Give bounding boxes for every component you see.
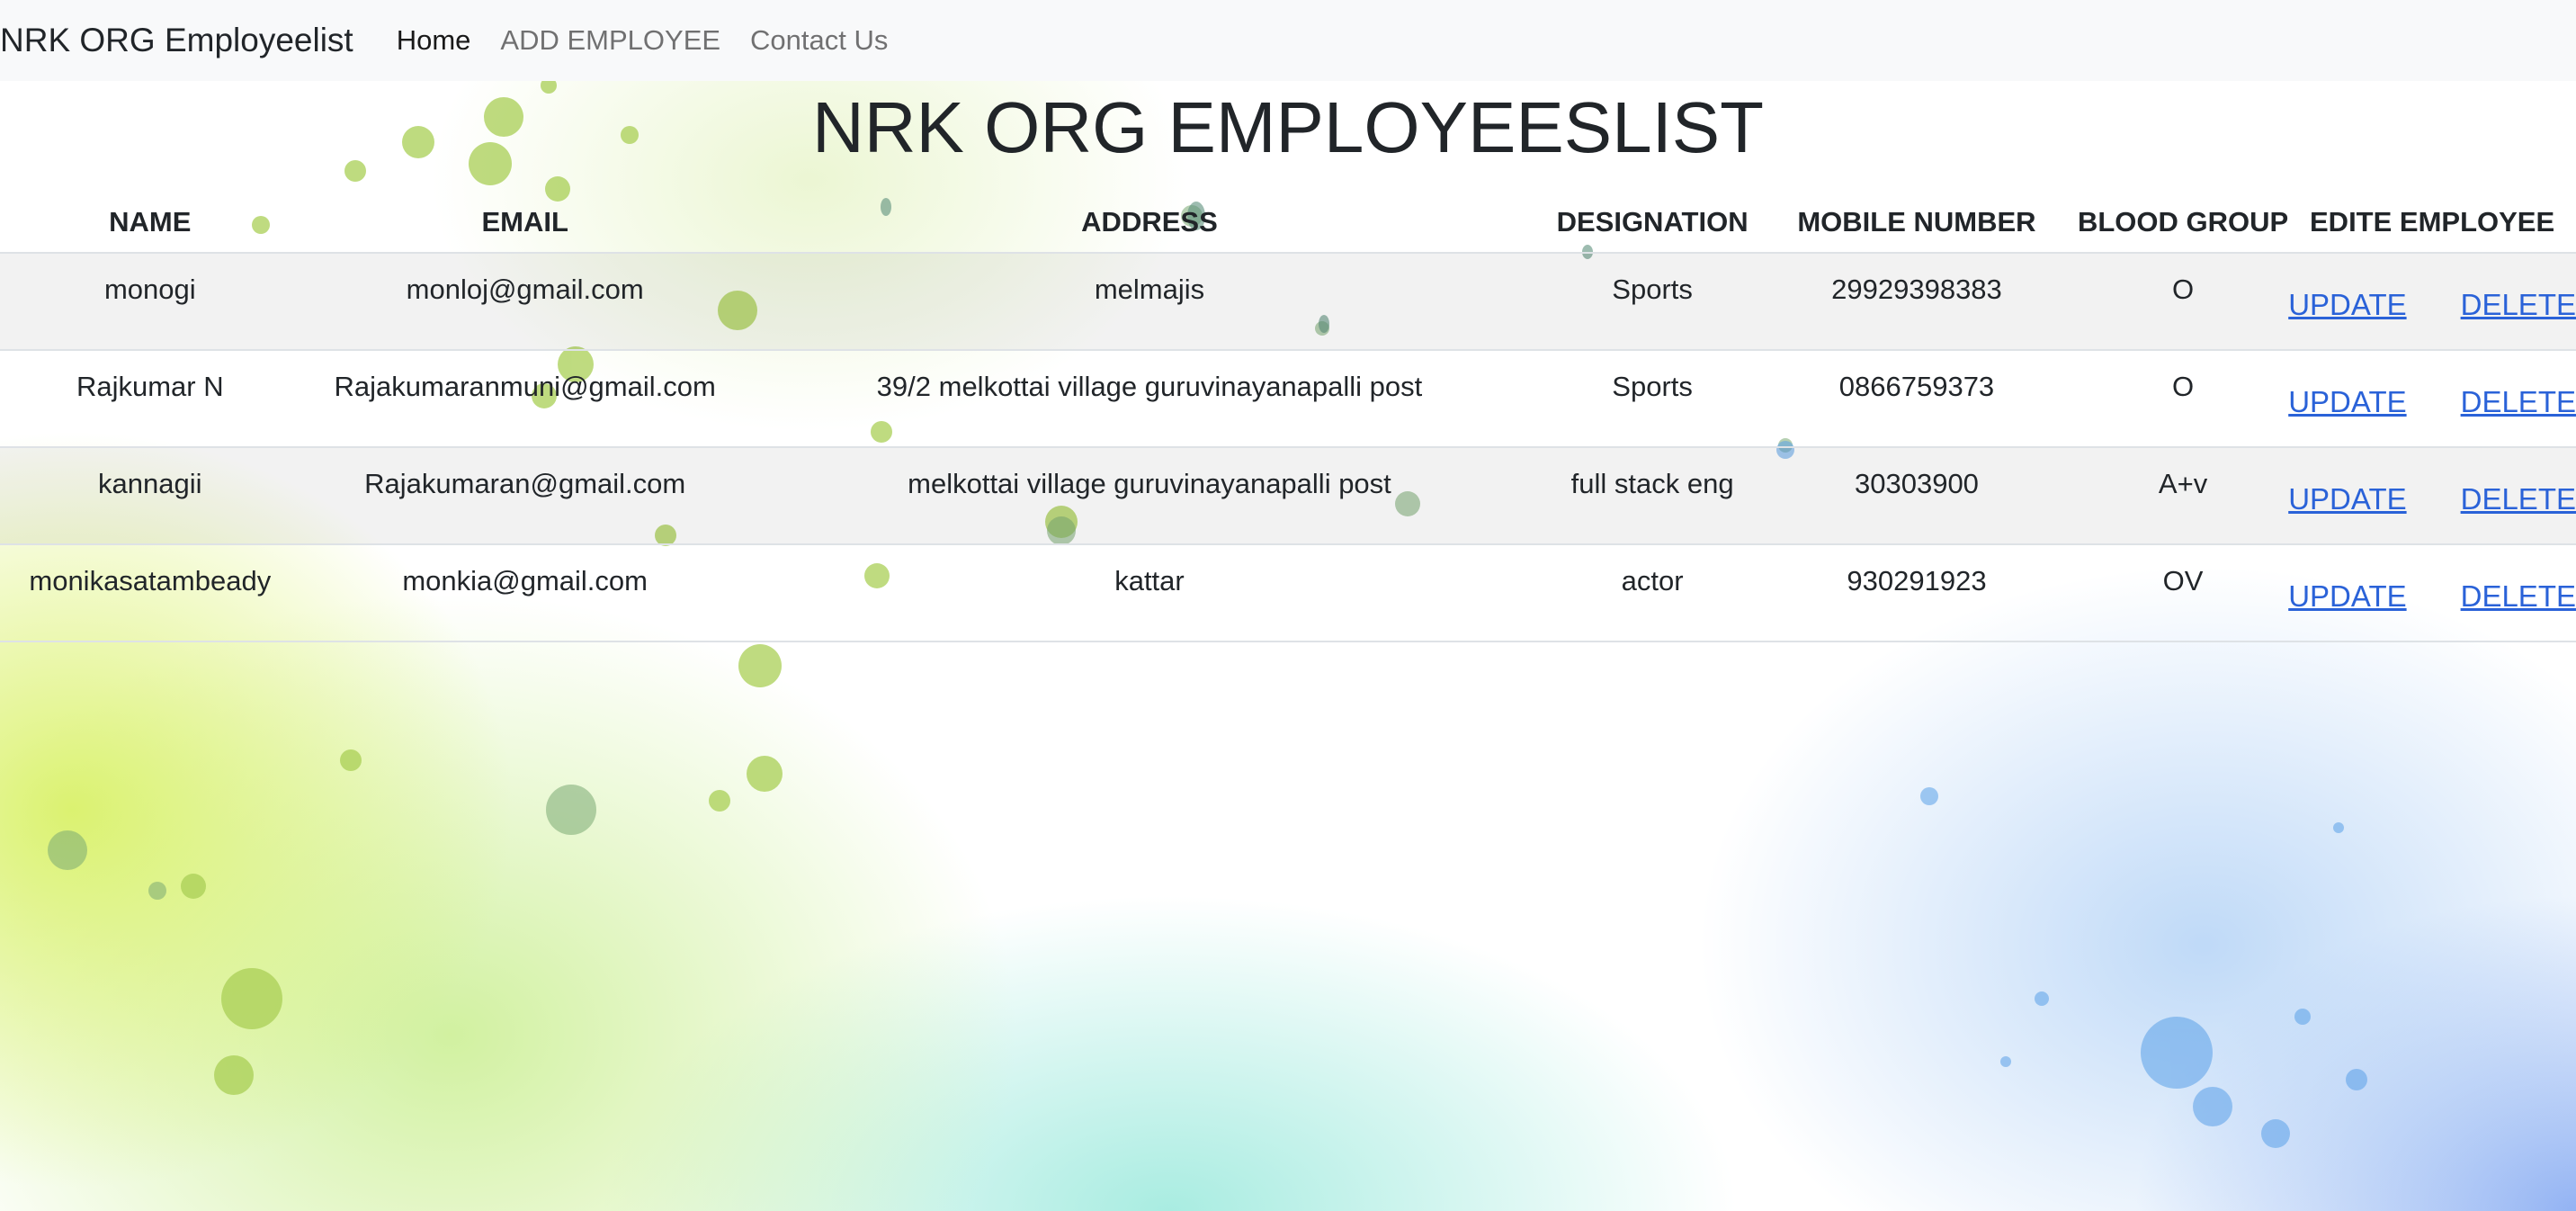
column-header-email: EMAIL xyxy=(300,193,750,254)
cell-actions: UPDATE DELETE xyxy=(2288,350,2576,448)
cell-blood-group: O xyxy=(2077,350,2289,448)
update-link[interactable]: UPDATE xyxy=(2288,482,2406,516)
delete-link[interactable]: DELETE xyxy=(2461,482,2576,516)
cell-mobile: 30303900 xyxy=(1756,447,2078,545)
cell-actions: UPDATE DELETE xyxy=(2288,253,2576,351)
cell-actions: UPDATE DELETE xyxy=(2288,544,2576,642)
cell-designation: actor xyxy=(1549,544,1756,642)
brand-logo-text[interactable]: NRK ORG Employeelist xyxy=(0,22,353,59)
cell-email: monkia@gmail.com xyxy=(300,544,750,642)
column-header-address: ADDRESS xyxy=(749,193,1550,254)
cell-address: melmajis xyxy=(749,253,1550,351)
page-title: NRK ORG EMPLOYEESLIST xyxy=(811,87,1765,167)
cell-address: kattar xyxy=(749,544,1550,642)
delete-link[interactable]: DELETE xyxy=(2461,579,2576,613)
cell-designation: full stack eng xyxy=(1549,447,1756,545)
top-navbar: NRK ORG Employeelist Home ADD EMPLOYEE C… xyxy=(0,0,2576,81)
column-header-edit-employee: EDITE EMPLOYEE xyxy=(2288,193,2576,254)
cell-email: Rajakumaran@gmail.com xyxy=(300,447,750,545)
cell-email: monloj@gmail.com xyxy=(300,253,750,351)
cell-actions: UPDATE DELETE xyxy=(2288,447,2576,545)
table-row: monikasatambeady monkia@gmail.com kattar… xyxy=(0,544,2576,642)
cell-designation: Sports xyxy=(1549,253,1756,351)
cell-name: monogi xyxy=(0,253,300,351)
cell-designation: Sports xyxy=(1549,350,1756,448)
cell-name: Rajkumar N xyxy=(0,350,300,448)
table-header-row: NAME EMAIL ADDRESS DESIGNATION MOBILE NU… xyxy=(0,193,2576,254)
table-row: kannagii Rajakumaran@gmail.com melkottai… xyxy=(0,447,2576,545)
cell-blood-group: O xyxy=(2077,253,2289,351)
column-header-mobile-number: MOBILE NUMBER xyxy=(1756,193,2078,254)
delete-link[interactable]: DELETE xyxy=(2461,385,2576,418)
nav-link-home[interactable]: Home xyxy=(397,24,471,57)
nav-link-add-employee[interactable]: ADD EMPLOYEE xyxy=(500,24,720,57)
nav-link-contact-us[interactable]: Contact Us xyxy=(750,24,888,57)
column-header-designation: DESIGNATION xyxy=(1549,193,1756,254)
update-link[interactable]: UPDATE xyxy=(2288,288,2406,321)
cell-blood-group: OV xyxy=(2077,544,2289,642)
cell-email: Rajakumaranmuni@gmail.com xyxy=(300,350,750,448)
cell-address: 39/2 melkottai village guruvinayanapalli… xyxy=(749,350,1550,448)
employee-table: NAME EMAIL ADDRESS DESIGNATION MOBILE NU… xyxy=(0,193,2576,642)
delete-link[interactable]: DELETE xyxy=(2461,288,2576,321)
cell-address: melkottai village guruvinayanapalli post xyxy=(749,447,1550,545)
cell-name: monikasatambeady xyxy=(0,544,300,642)
update-link[interactable]: UPDATE xyxy=(2288,385,2406,418)
cell-mobile: 29929398383 xyxy=(1756,253,2078,351)
cell-name: kannagii xyxy=(0,447,300,545)
column-header-name: NAME xyxy=(0,193,300,254)
table-row: Rajkumar N Rajakumaranmuni@gmail.com 39/… xyxy=(0,350,2576,448)
cell-blood-group: A+v xyxy=(2077,447,2289,545)
table-row: monogi monloj@gmail.com melmajis Sports … xyxy=(0,253,2576,351)
column-header-blood-group: BLOOD GROUP xyxy=(2077,193,2289,254)
cell-mobile: 0866759373 xyxy=(1756,350,2078,448)
cell-mobile: 930291923 xyxy=(1756,544,2078,642)
update-link[interactable]: UPDATE xyxy=(2288,579,2406,613)
